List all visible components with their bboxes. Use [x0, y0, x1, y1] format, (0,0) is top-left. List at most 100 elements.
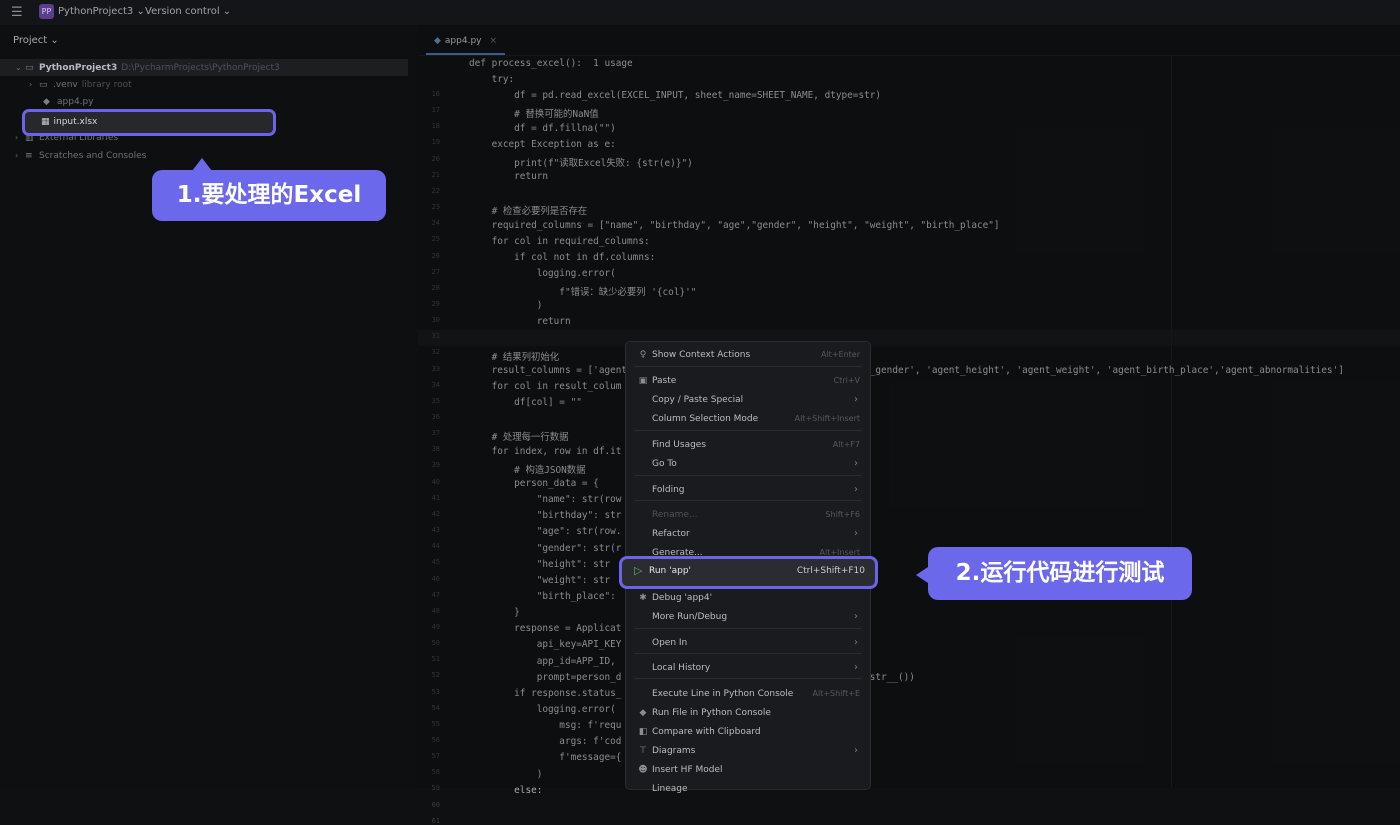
menu-item-run-file-in-python-console[interactable]: ◆ Run File in Python Console	[626, 704, 870, 722]
menu-item-copy-paste-special[interactable]: Copy / Paste Special ›	[626, 391, 870, 409]
menu-item-label: Run File in Python Console	[652, 708, 771, 718]
line-number: 44	[431, 542, 440, 551]
code-line[interactable]: "birthday": str	[469, 510, 622, 521]
code-line[interactable]: response = Applicat	[469, 623, 621, 634]
menu-item-folding[interactable]: Folding ›	[626, 481, 870, 499]
code-line[interactable]: f'message={	[469, 752, 621, 763]
menu-item-label: Open In	[652, 638, 688, 648]
code-line[interactable]: def process_excel(): 1 usage	[469, 58, 633, 69]
menu-separator	[634, 500, 862, 501]
menu-item-label: Local History	[652, 663, 711, 673]
tree-item-project-root[interactable]: ⌄ ▭ PythonProject3 D:\PycharmProjects\Pytho…	[0, 59, 408, 76]
code-line[interactable]: person_data = {	[469, 478, 599, 489]
code-line[interactable]: for col in required_columns:	[469, 236, 650, 247]
code-line[interactable]: # 替换可能的NaN值	[469, 106, 599, 120]
line-number: 38	[431, 445, 440, 454]
code-line[interactable]: logging.error(	[469, 704, 616, 715]
code-line[interactable]: return	[469, 316, 571, 327]
menu-item-more-run-debug[interactable]: More Run/Debug ›	[626, 608, 870, 626]
code-line[interactable]: for col in result_colum	[469, 381, 622, 392]
code-line[interactable]: else:	[469, 785, 542, 796]
code-line[interactable]: # 处理每一行数据	[469, 429, 569, 443]
main-menu-icon[interactable]: ☰	[11, 5, 23, 20]
menu-item-debug-app4[interactable]: ✱ Debug 'app4'	[626, 589, 870, 607]
menu-item-diagrams[interactable]: ⊤ Diagrams ›	[626, 742, 870, 760]
code-line[interactable]: app_id=APP_ID,	[469, 656, 616, 667]
tree-item-input-xlsx[interactable]: ▦ input.xlsx	[22, 109, 276, 136]
chevron-right-icon: ›	[854, 458, 858, 469]
line-number: 50	[431, 639, 440, 648]
hf-icon: ☻	[638, 765, 648, 775]
code-line[interactable]: df[col] = ""	[469, 397, 582, 408]
menu-shortcut: Alt+F7	[832, 440, 860, 449]
version-control-menu[interactable]: Version control ⌄	[145, 6, 231, 17]
menu-item-show-context-actions[interactable]: ♀ Show Context Actions Alt+Enter	[626, 346, 870, 364]
menu-item-execute-line-in-python-console[interactable]: Execute Line in Python Console Alt+Shift+…	[626, 685, 870, 703]
tree-item-scratches[interactable]: › ≡ Scratches and Consoles	[0, 147, 146, 164]
code-line[interactable]: }	[469, 607, 520, 618]
line-number: 20	[431, 154, 440, 163]
project-switcher[interactable]: PythonProject3 ⌄	[58, 6, 145, 17]
line-number: 60	[431, 800, 440, 809]
menu-item-lineage[interactable]: Lineage	[626, 780, 870, 798]
close-icon[interactable]: ×	[490, 36, 498, 46]
code-line[interactable]: # 结果列初始化	[469, 349, 560, 363]
code-line[interactable]: "weight": str	[469, 575, 610, 586]
code-line[interactable]: result_columns = ['agent_ gent_gender', …	[469, 365, 1344, 376]
paste-icon: ▣	[638, 376, 648, 386]
menu-item-label: More Run/Debug	[652, 612, 728, 622]
code-line[interactable]: except Exception as e:	[469, 139, 616, 150]
code-line[interactable]: required_columns = ["name", "birthday", …	[469, 220, 1000, 231]
code-line[interactable]: "gender": str(r	[469, 543, 622, 554]
code-line[interactable]: "height": str	[469, 559, 610, 570]
menu-item-go-to[interactable]: Go To ›	[626, 455, 870, 473]
code-line[interactable]: # 构造JSON数据	[469, 462, 585, 476]
code-line[interactable]: f"错误：缺少必要列 '{col}'"	[469, 284, 696, 298]
tree-item-venv[interactable]: › ▭ .venv library root	[0, 76, 132, 93]
line-number: 17	[431, 106, 440, 115]
code-line[interactable]: for index, row in df.it	[469, 446, 622, 457]
menu-shortcut: Shift+F6	[825, 510, 860, 519]
code-line[interactable]: )	[469, 769, 543, 780]
menu-item-paste[interactable]: ▣ Paste Ctrl+V	[626, 372, 870, 390]
code-line[interactable]: logging.error(	[469, 268, 616, 279]
title-bar: ☰ PP PythonProject3 ⌄ Version control ⌄	[0, 0, 1400, 25]
chevron-right-icon[interactable]: ›	[15, 147, 25, 164]
code-line[interactable]: df = df.fillna("")	[469, 123, 616, 134]
tab-app4-py[interactable]: ◆ app4.py ×	[426, 29, 506, 55]
code-line[interactable]: )	[469, 300, 543, 311]
code-line[interactable]: msg: f'requ	[469, 720, 621, 731]
menu-separator	[634, 475, 862, 476]
code-line[interactable]: args: f'cod	[469, 736, 621, 747]
menu-item-find-usages[interactable]: Find Usages Alt+F7	[626, 436, 870, 454]
line-number: 40	[431, 477, 440, 486]
menu-item-open-in[interactable]: Open In ›	[626, 634, 870, 652]
project-badge[interactable]: PP	[39, 4, 54, 19]
code-line[interactable]: # 检查必要列是否存在	[469, 203, 588, 217]
line-number: 55	[431, 719, 440, 728]
menu-item-refactor[interactable]: Refactor ›	[626, 525, 870, 543]
code-line[interactable]: if col not in df.columns:	[469, 252, 655, 263]
chevron-right-icon: ›	[854, 394, 858, 405]
chevron-right-icon[interactable]: ›	[29, 76, 39, 93]
menu-item-column-selection-mode[interactable]: Column Selection Mode Alt+Shift+Insert	[626, 410, 870, 428]
code-line[interactable]: print(f"读取Excel失败: {str(e)}")	[469, 155, 693, 169]
menu-item-insert-hf-model[interactable]: ☻ Insert HF Model	[626, 761, 870, 779]
code-line[interactable]: try:	[469, 74, 515, 85]
chevron-down-icon[interactable]: ⌄	[15, 59, 25, 76]
code-line[interactable]: if response.status_	[469, 688, 621, 699]
menu-item-rename[interactable]: Rename... Shift+F6	[626, 506, 870, 524]
code-line[interactable]: return	[469, 171, 548, 182]
menu-item-local-history[interactable]: Local History ›	[626, 659, 870, 677]
menu-item-compare-with-clipboard[interactable]: ◧ Compare with Clipboard	[626, 723, 870, 741]
code-line[interactable]: df = pd.read_excel(EXCEL_INPUT, sheet_na…	[469, 90, 881, 101]
line-number: 31	[431, 332, 440, 341]
code-line[interactable]: "age": str(row.	[469, 526, 622, 537]
project-panel-title[interactable]: Project ⌄	[13, 35, 59, 46]
line-number: 37	[431, 429, 440, 438]
code-line[interactable]: "name": str(row	[469, 494, 622, 505]
run-app-menu-item[interactable]: ▷ Run 'app' Ctrl+Shift+F10	[619, 556, 878, 589]
folder-icon: ▭	[25, 63, 34, 73]
line-number-gutter: 16 17 18 19 20 21 22 23 24 25 26 27 28 29 30 31 32 33 34 35…	[418, 55, 448, 825]
code-line[interactable]: api_key=API_KEY	[469, 639, 622, 650]
